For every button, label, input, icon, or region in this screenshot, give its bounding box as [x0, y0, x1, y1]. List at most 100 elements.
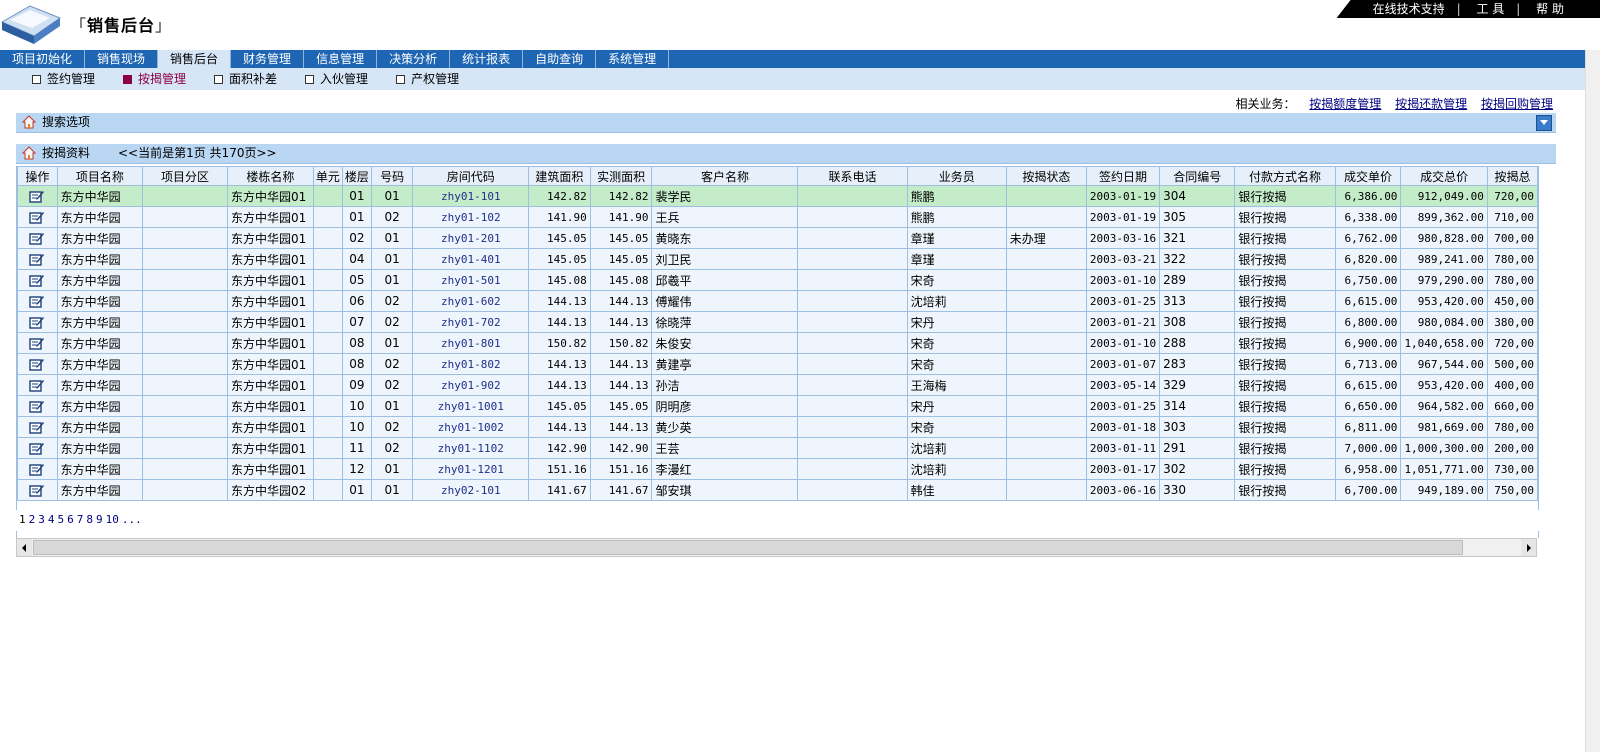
table-row[interactable]: 东方中华园 东方中华园01 01 01 zhy01-101 142.82 142.82 裴学民…	[17, 185, 1538, 207]
table-cell: 6,750.00	[1334, 269, 1402, 291]
page-link[interactable]: 1	[19, 513, 26, 526]
column-header[interactable]: 按揭状态	[1005, 166, 1087, 186]
column-header[interactable]: 合同编号	[1159, 166, 1236, 186]
column-header[interactable]: 建筑面积	[528, 166, 591, 186]
table-row[interactable]: 东方中华园 东方中华园01 02 01 zhy01-201 145.05 145.05 黄晓东…	[17, 227, 1538, 249]
main-nav-item-active[interactable]: 销售后台	[158, 50, 232, 68]
page-link[interactable]: 8	[86, 513, 93, 526]
table-row[interactable]: 东方中华园 东方中华园01 12 01 zhy01-1201 151.16 151.16 李漫…	[17, 458, 1538, 480]
table-row[interactable]: 东方中华园 东方中华园01 11 02 zhy01-1102 142.90 142.90 王芸…	[17, 437, 1538, 459]
main-nav-item[interactable]: 决策分析	[377, 50, 451, 68]
table-row[interactable]: 东方中华园 东方中华园02 01 01 zhy02-101 141.67 141.67 邹安琪…	[17, 479, 1538, 501]
main-nav-item[interactable]: 自助查询	[523, 50, 597, 68]
table-row[interactable]: 东方中华园 东方中华园01 09 02 zhy01-902 144.13 144.13 孙洁王…	[17, 374, 1538, 396]
table-cell: 949,189.00	[1400, 479, 1488, 501]
page-link[interactable]: 10	[106, 513, 119, 526]
column-header[interactable]: 操作	[17, 166, 58, 186]
column-header[interactable]: 成交总价	[1400, 166, 1488, 186]
column-header[interactable]: 按揭总	[1486, 166, 1538, 186]
edit-icon[interactable]	[29, 441, 45, 455]
page-link[interactable]: 6	[67, 513, 74, 526]
table-cell: 银行按揭	[1234, 227, 1336, 249]
table-row[interactable]: 东方中华园 东方中华园01 05 01 zhy01-501 145.08 145.08 邱羲平…	[17, 269, 1538, 291]
page-link[interactable]: ...	[122, 513, 142, 526]
top-link-support[interactable]: 在线技术支持	[1365, 2, 1453, 16]
table-row[interactable]: 东方中华园 东方中华园01 10 02 zhy01-1002 144.13 144.13 黄少…	[17, 416, 1538, 438]
scroll-right-icon[interactable]	[1521, 539, 1536, 556]
edit-icon[interactable]	[29, 357, 45, 371]
main-nav-item[interactable]: 信息管理	[304, 50, 378, 68]
table-row[interactable]: 东方中华园 东方中华园01 06 02 zhy01-602 144.13 144.13 傅耀伟…	[17, 290, 1538, 312]
column-header[interactable]: 楼栋名称	[226, 166, 314, 186]
main-nav-item[interactable]: 财务管理	[231, 50, 305, 68]
column-header[interactable]: 付款方式名称	[1234, 166, 1336, 186]
vertical-scrollbar[interactable]	[1585, 50, 1600, 752]
page-link[interactable]: 5	[58, 513, 65, 526]
edit-icon[interactable]	[29, 231, 45, 245]
page-link[interactable]: 4	[48, 513, 55, 526]
sub-nav-item[interactable]: 签约管理	[32, 68, 95, 90]
main-nav-item[interactable]: 项目初始化	[0, 50, 86, 68]
sub-nav-item-active[interactable]: 按揭管理	[123, 68, 186, 90]
main-nav-item[interactable]: 销售现场	[85, 50, 159, 68]
column-header[interactable]: 业务员	[906, 166, 1007, 186]
column-header[interactable]: 单元	[312, 166, 343, 186]
main-nav-item[interactable]: 统计报表	[450, 50, 524, 68]
edit-icon[interactable]	[29, 483, 45, 497]
table-cell	[797, 332, 908, 354]
column-header[interactable]: 号码	[370, 166, 414, 186]
scroll-thumb[interactable]	[33, 540, 1463, 555]
column-header[interactable]: 实测面积	[589, 166, 653, 186]
edit-icon[interactable]	[29, 294, 45, 308]
table-row[interactable]: 东方中华园 东方中华园01 07 02 zhy01-702 144.13 144.13 徐晓萍…	[17, 311, 1538, 333]
table-cell	[142, 311, 228, 333]
table-cell: 400,00	[1486, 374, 1538, 396]
edit-icon[interactable]	[29, 336, 45, 350]
edit-icon[interactable]	[29, 273, 45, 287]
horizontal-scrollbar[interactable]	[16, 538, 1537, 557]
table-row[interactable]: 东方中华园 东方中华园01 04 01 zhy01-401 145.05 145.05 刘卫民…	[17, 248, 1538, 270]
table-row[interactable]: 东方中华园 东方中华园01 08 02 zhy01-802 144.13 144.13 黄建亭…	[17, 353, 1538, 375]
top-link-tools[interactable]: 工 具	[1468, 2, 1512, 16]
main-nav-item[interactable]: 系统管理	[596, 50, 670, 68]
table-row[interactable]: 东方中华园 东方中华园01 10 01 zhy01-1001 145.05 145.05 阴明…	[17, 395, 1538, 417]
related-link-quota[interactable]: 按揭额度管理	[1309, 97, 1381, 111]
column-header[interactable]: 项目分区	[142, 166, 228, 186]
expand-icon[interactable]	[1536, 115, 1552, 131]
page-link[interactable]: 2	[29, 513, 36, 526]
column-header[interactable]: 成交单价	[1334, 166, 1402, 186]
table-cell: 6,338.00	[1334, 206, 1402, 228]
table-row[interactable]: 东方中华园 东方中华园01 01 02 zhy01-102 141.90 141.90 王兵熊…	[17, 206, 1538, 228]
edit-icon[interactable]	[29, 210, 45, 224]
page-link[interactable]: 7	[77, 513, 84, 526]
related-link-buyback[interactable]: 按揭回购管理	[1481, 97, 1553, 111]
column-header[interactable]: 楼层	[341, 166, 372, 186]
edit-icon[interactable]	[29, 420, 45, 434]
column-header[interactable]: 联系电话	[797, 166, 908, 186]
table-cell: 东方中华园	[56, 185, 144, 207]
sub-nav-item[interactable]: 产权管理	[396, 68, 459, 90]
table-row[interactable]: 东方中华园 东方中华园01 08 01 zhy01-801 150.82 150.82 朱俊安…	[17, 332, 1538, 354]
column-header[interactable]: 房间代码	[412, 166, 530, 186]
page-link[interactable]: 3	[38, 513, 45, 526]
column-header[interactable]: 客户名称	[651, 166, 799, 186]
edit-icon[interactable]	[29, 378, 45, 392]
edit-icon[interactable]	[29, 399, 45, 413]
edit-icon[interactable]	[29, 315, 45, 329]
edit-icon[interactable]	[29, 252, 45, 266]
sub-nav-item[interactable]: 面积补差	[214, 68, 277, 90]
sub-nav-item[interactable]: 入伙管理	[305, 68, 368, 90]
page-link[interactable]: 9	[96, 513, 103, 526]
edit-icon[interactable]	[29, 189, 45, 203]
table-cell: 01	[370, 227, 414, 249]
table-cell: 6,700.00	[1334, 479, 1402, 501]
column-header[interactable]: 签约日期	[1085, 166, 1161, 186]
edit-icon[interactable]	[29, 462, 45, 476]
table-cell: 979,290.00	[1400, 269, 1488, 291]
column-header[interactable]: 项目名称	[56, 166, 144, 186]
table-cell: 东方中华园	[56, 437, 144, 459]
scroll-left-icon[interactable]	[17, 539, 32, 556]
top-link-help[interactable]: 帮 助	[1528, 2, 1572, 16]
search-options-bar[interactable]: 搜索选项	[16, 112, 1556, 133]
related-link-repay[interactable]: 按揭还款管理	[1395, 97, 1467, 111]
